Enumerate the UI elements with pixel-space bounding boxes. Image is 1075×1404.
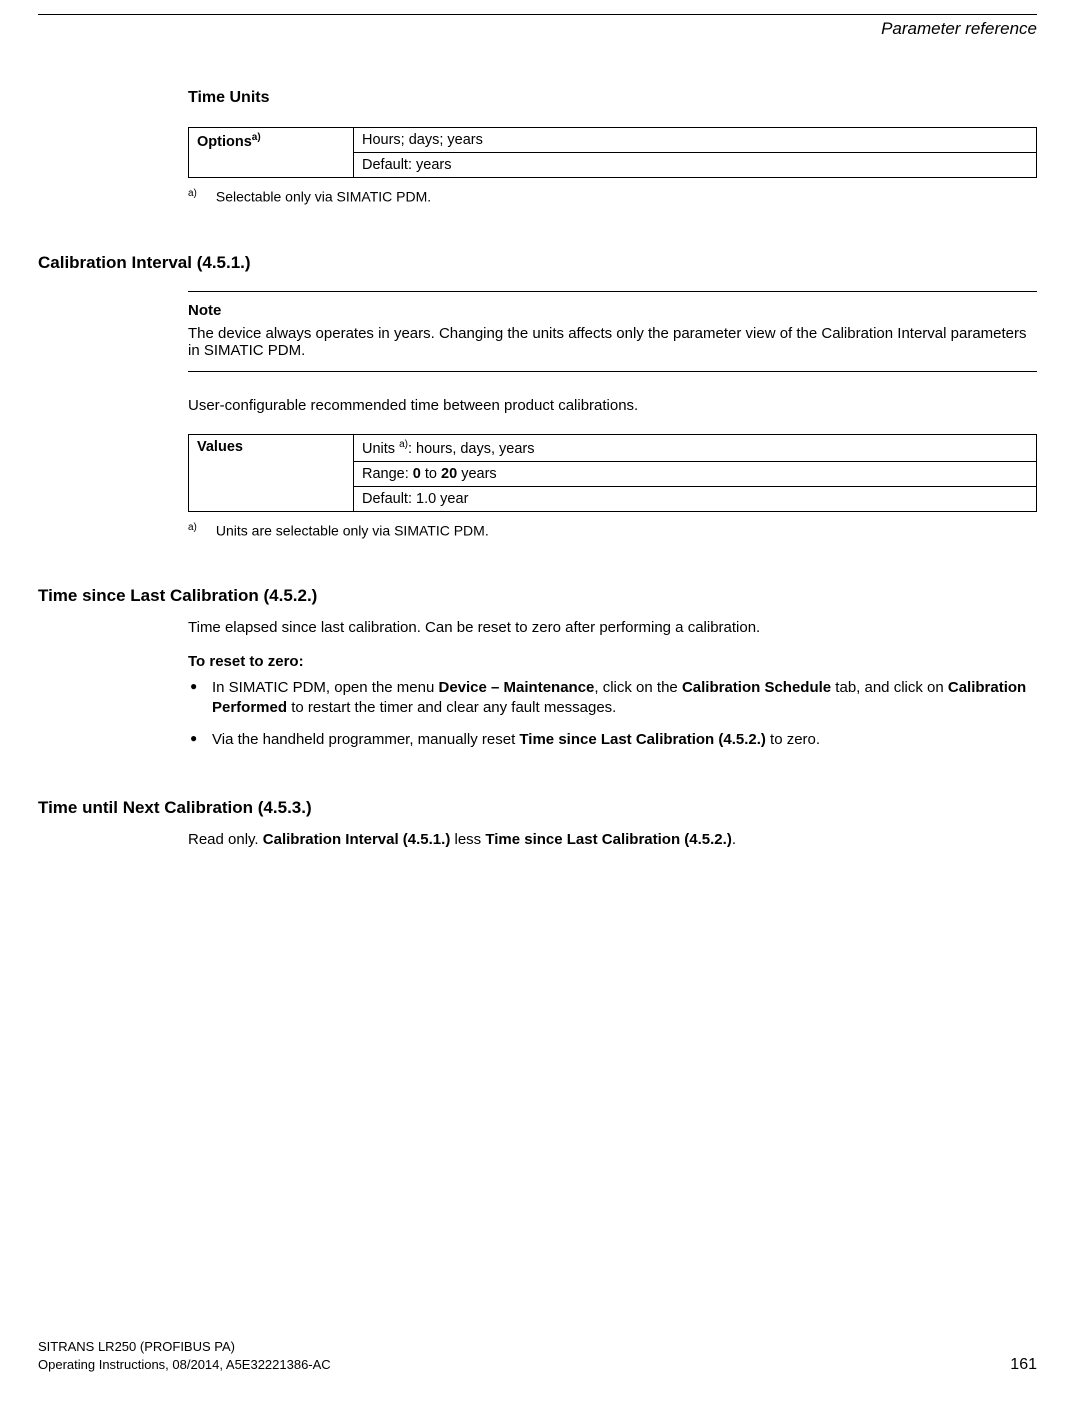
section-time-until: Read only. Calibration Interval (4.5.1.)… xyxy=(188,830,1037,850)
page-footer: SITRANS LR250 (PROFIBUS PA) Operating In… xyxy=(38,1338,1037,1374)
table-cell: Hours; days; years xyxy=(354,128,1037,153)
reset-list: In SIMATIC PDM, open the menu Device – M… xyxy=(188,678,1037,751)
table-label-sup: a) xyxy=(252,132,261,143)
footnote-sup: a) xyxy=(188,188,212,199)
text: Via the handheld programmer, manually re… xyxy=(212,731,519,748)
text: Units xyxy=(362,441,399,457)
text: Range: xyxy=(362,466,413,482)
footnote-sup: a) xyxy=(188,522,212,533)
table-cell: Units a): hours, days, years xyxy=(354,434,1037,461)
bold-text: Calibration Schedule xyxy=(682,679,831,696)
heading-time-until: Time until Next Calibration (4.5.3.) xyxy=(38,798,1037,818)
section-time-units: Time Units Optionsa) Hours; days; years … xyxy=(188,89,1037,205)
bold-text: Time since Last Calibration (4.5.2.) xyxy=(485,831,731,848)
table-cell: Default: 1.0 year xyxy=(354,486,1037,511)
footnote-text: Units are selectable only via SIMATIC PD… xyxy=(216,522,489,538)
bold-text: Calibration Interval (4.5.1.) xyxy=(263,831,451,848)
table-label-text: Options xyxy=(197,134,252,150)
text: Read only. xyxy=(188,831,263,848)
table-time-units: Optionsa) Hours; days; years Default: ye… xyxy=(188,127,1037,178)
time-since-desc: Time elapsed since last calibration. Can… xyxy=(188,618,1037,638)
table-label-cell: Values xyxy=(189,434,354,511)
bold-text: Time since Last Calibration (4.5.2.) xyxy=(519,731,765,748)
cal-interval-desc: User-configurable recommended time betwe… xyxy=(188,396,1037,416)
section-time-since: Time elapsed since last calibration. Can… xyxy=(188,618,1037,750)
footnote: a) Units are selectable only via SIMATIC… xyxy=(188,522,1037,539)
sup: a) xyxy=(399,439,408,450)
table-cell: Default: years xyxy=(354,153,1037,178)
note-text: The device always operates in years. Cha… xyxy=(188,325,1037,359)
header-chapter: Parameter reference xyxy=(38,19,1037,39)
text: to xyxy=(421,466,441,482)
bold-text: Device – Maintenance xyxy=(438,679,594,696)
list-item: In SIMATIC PDM, open the menu Device – M… xyxy=(188,678,1037,719)
footnote: a) Selectable only via SIMATIC PDM. xyxy=(188,188,1037,205)
text: : hours, days, years xyxy=(408,441,535,457)
text: In SIMATIC PDM, open the menu xyxy=(212,679,438,696)
heading-cal-interval: Calibration Interval (4.5.1.) xyxy=(38,253,1037,273)
footer-docinfo: Operating Instructions, 08/2014, A5E3222… xyxy=(38,1356,1037,1374)
text: tab, and click on xyxy=(831,679,948,696)
text: years xyxy=(457,466,497,482)
time-until-desc: Read only. Calibration Interval (4.5.1.)… xyxy=(188,830,1037,850)
header-rule xyxy=(38,14,1037,15)
reset-title: To reset to zero: xyxy=(188,653,1037,670)
footer-left: SITRANS LR250 (PROFIBUS PA) Operating In… xyxy=(38,1338,1037,1374)
bold-text: 0 xyxy=(413,466,421,482)
footnote-text: Selectable only via SIMATIC PDM. xyxy=(216,189,431,205)
bold-text: 20 xyxy=(441,466,457,482)
text: to zero. xyxy=(766,731,820,748)
footer-product: SITRANS LR250 (PROFIBUS PA) xyxy=(38,1338,1037,1356)
table-cell: Range: 0 to 20 years xyxy=(354,461,1037,486)
text: . xyxy=(732,831,736,848)
table-cal-interval: Values Units a): hours, days, years Rang… xyxy=(188,434,1037,512)
note-title: Note xyxy=(188,302,1037,319)
page-container: Parameter reference Time Units Optionsa)… xyxy=(0,0,1075,1404)
heading-time-units: Time Units xyxy=(188,89,1037,107)
list-item: Via the handheld programmer, manually re… xyxy=(188,730,1037,750)
text: to restart the timer and clear any fault… xyxy=(287,699,616,716)
page-number: 161 xyxy=(1010,1356,1037,1374)
section-cal-interval: Note The device always operates in years… xyxy=(188,291,1037,539)
heading-time-since: Time since Last Calibration (4.5.2.) xyxy=(38,586,1037,606)
text: less xyxy=(450,831,485,848)
table-label-cell: Optionsa) xyxy=(189,128,354,178)
note-box: Note The device always operates in years… xyxy=(188,291,1037,372)
text: , click on the xyxy=(594,679,682,696)
